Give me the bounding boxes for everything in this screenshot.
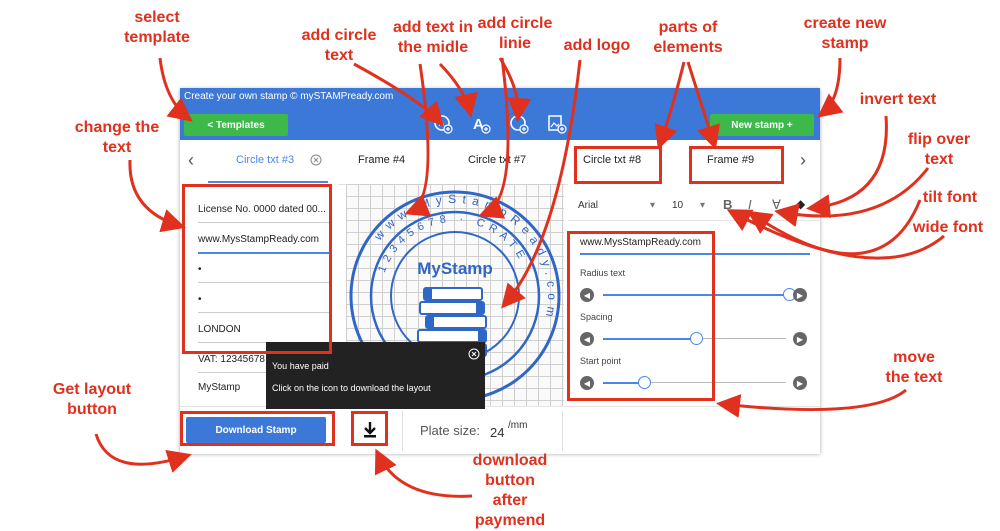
- tab-circle-txt-3[interactable]: Circle txt #3: [236, 154, 294, 166]
- divider: [562, 411, 563, 451]
- highlight-download-icon: [351, 411, 388, 446]
- annotation-invert-text: invert text: [859, 91, 937, 108]
- top-bar: Create your own stamp © mySTAMPready.com…: [180, 88, 820, 140]
- close-tooltip-icon[interactable]: [468, 348, 480, 360]
- annotation-add-circle-line: add circle linie: [477, 15, 553, 52]
- invert-icon[interactable]: ∀: [772, 197, 781, 213]
- add-logo-icon[interactable]: [546, 113, 568, 135]
- font-dropdown-icon[interactable]: ▾: [650, 200, 655, 211]
- plate-size-label: Plate size:: [420, 423, 480, 438]
- plate-size-value[interactable]: 24: [490, 425, 504, 440]
- tab-frame-4[interactable]: Frame #4: [358, 154, 405, 166]
- annotation-tilt-font: tilt font: [922, 189, 978, 206]
- add-circle-line-icon[interactable]: [508, 113, 530, 135]
- active-tab-indicator: [208, 181, 328, 183]
- window-title: Create your own stamp © mySTAMPready.com: [184, 91, 394, 102]
- divider: [568, 220, 820, 221]
- tooltip-message: Click on the icon to download the layout: [272, 383, 431, 393]
- annotation-change-text: change the text: [74, 119, 160, 156]
- highlight-text-fields: [182, 184, 332, 354]
- annotation-move-text: move the text: [885, 349, 943, 386]
- font-size-select[interactable]: 10: [672, 200, 683, 211]
- bold-icon[interactable]: B: [723, 197, 732, 212]
- tab-circle-txt-7[interactable]: Circle txt #7: [468, 154, 526, 166]
- annotation-get-layout: Get layout button: [52, 381, 132, 418]
- annotation-parts-of-elements: parts of elements: [653, 19, 723, 56]
- highlight-tab-frame-9: [689, 146, 784, 184]
- new-stamp-button[interactable]: New stamp +: [710, 114, 814, 136]
- start-increase-button[interactable]: ▶: [793, 376, 807, 390]
- chevron-left-icon[interactable]: ‹: [188, 150, 194, 171]
- highlight-text-properties: [567, 231, 715, 401]
- annotation-add-logo: add logo: [563, 37, 631, 54]
- close-tab-icon[interactable]: [310, 154, 322, 166]
- tooltip-title: You have paid: [272, 361, 329, 371]
- radius-increase-button[interactable]: ▶: [793, 288, 807, 302]
- annotation-wide-font: wide font: [912, 219, 984, 236]
- highlight-tab-circle-txt-8: [574, 146, 662, 184]
- templates-button[interactable]: < Templates: [184, 114, 288, 136]
- stamp-center-text: MyStamp: [417, 259, 493, 278]
- plate-size-unit: /mm: [508, 420, 528, 431]
- size-dropdown-icon[interactable]: ▾: [700, 200, 705, 211]
- add-middle-text-icon[interactable]: A: [470, 113, 492, 135]
- annotation-create-new-stamp: create new stamp: [803, 15, 887, 52]
- divider: [402, 411, 403, 451]
- spacing-increase-button[interactable]: ▶: [793, 332, 807, 346]
- annotation-select-template: select template: [124, 9, 190, 46]
- highlight-download-button: [180, 411, 335, 446]
- annotation-download-after-payment: download button after paymend: [472, 452, 548, 529]
- font-select[interactable]: Arial: [578, 200, 598, 211]
- add-circle-text-icon[interactable]: A: [432, 113, 454, 135]
- italic-icon[interactable]: I: [748, 197, 752, 212]
- annotation-flip-text: flip over text: [907, 131, 971, 168]
- fill-color-icon[interactable]: ◆: [796, 197, 805, 211]
- annotation-add-circle-text: add circle text: [301, 27, 377, 64]
- chevron-right-icon[interactable]: ›: [800, 150, 806, 171]
